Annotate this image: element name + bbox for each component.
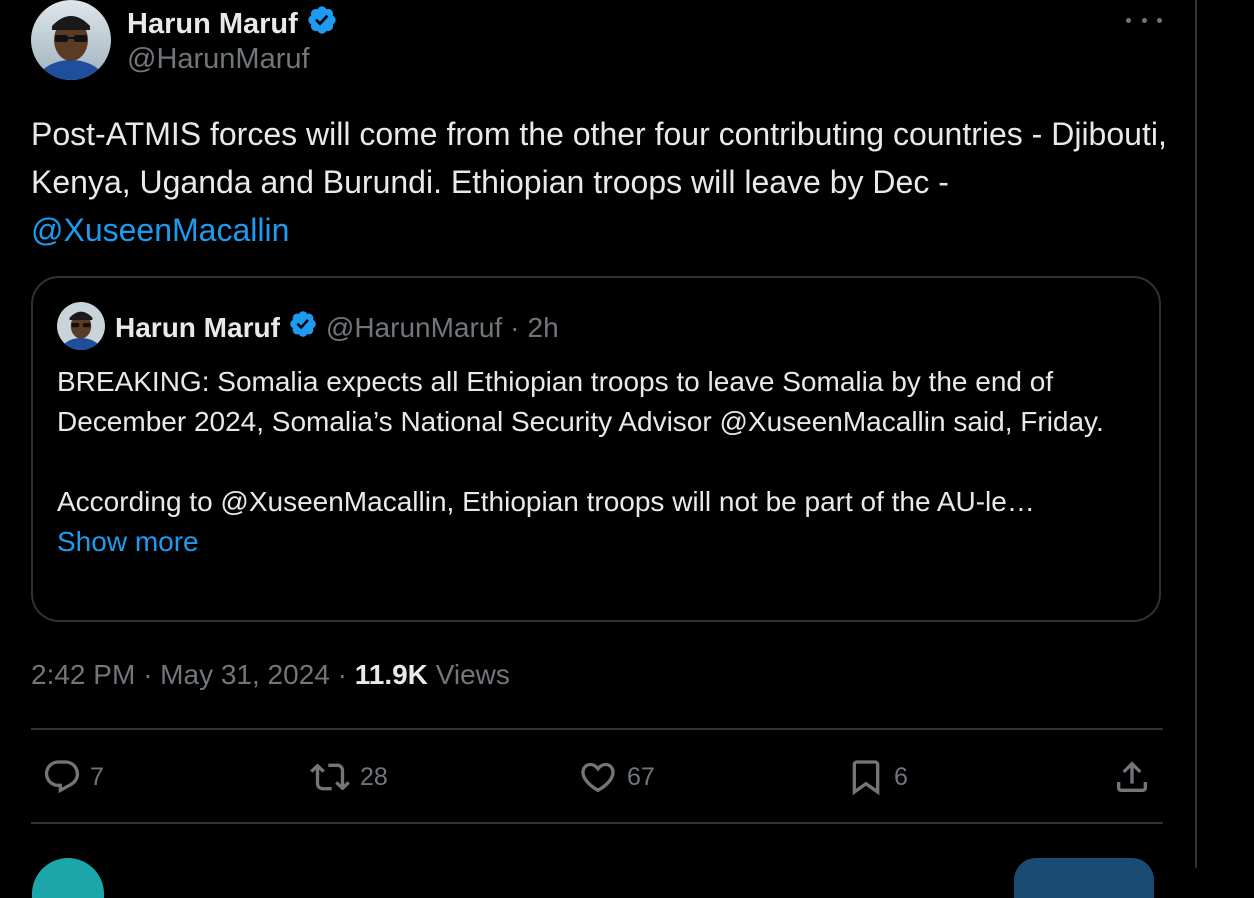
author-handle[interactable]: @HarunMaruf: [127, 43, 310, 76]
tweet-text-body: Post-ATMIS forces will come from the oth…: [31, 116, 1167, 200]
author-name[interactable]: Harun Maruf: [127, 4, 338, 44]
tweet-time[interactable]: 2:42 PM: [31, 659, 135, 690]
quoted-tweet-body: BREAKING: Somalia expects all Ethiopian …: [57, 362, 1137, 562]
tweet-text: Post-ATMIS forces will come from the oth…: [31, 110, 1171, 254]
mention-link[interactable]: @XuseenMacallin: [31, 212, 289, 248]
heart-icon: [581, 762, 615, 793]
reply-composer-avatar[interactable]: [32, 858, 104, 898]
author-avatar[interactable]: [31, 0, 111, 80]
quoted-author-name[interactable]: Harun Maruf: [115, 312, 280, 344]
quoted-author-handle[interactable]: @HarunMaruf: [326, 312, 502, 344]
quoted-tweet-card[interactable]: Harun Maruf @HarunMaruf · 2h BREAKING: S…: [31, 276, 1161, 622]
bookmark-button[interactable]: 6: [846, 756, 908, 798]
repost-button[interactable]: 28: [308, 756, 388, 798]
bookmark-count: 6: [894, 762, 908, 791]
views-count: 11.9K: [354, 659, 428, 690]
bookmark-icon: [852, 760, 880, 796]
tweet-date[interactable]: May 31, 2024: [160, 659, 330, 690]
reply-count: 7: [90, 762, 104, 791]
reply-button[interactable]: 7: [42, 756, 104, 798]
verified-badge-icon: [288, 309, 318, 346]
verified-badge-icon: [306, 4, 338, 44]
views-label: Views: [435, 659, 510, 690]
quoted-author-avatar[interactable]: [57, 302, 105, 350]
tweet-meta: 2:42 PM · May 31, 2024 · 11.9K Views: [31, 659, 510, 691]
more-horizontal-icon[interactable]: [1126, 10, 1162, 30]
reply-icon: [44, 760, 80, 794]
like-count: 67: [627, 762, 655, 791]
divider-top: [31, 728, 1163, 730]
quoted-tweet-paragraph-2: According to @XuseenMacallin, Ethiopian …: [57, 486, 1035, 517]
repost-count: 28: [360, 762, 388, 791]
divider-bottom: [31, 822, 1163, 824]
like-button[interactable]: 67: [577, 756, 655, 798]
show-more-link[interactable]: Show more: [57, 526, 199, 557]
author-name-text[interactable]: Harun Maruf: [127, 8, 298, 41]
repost-icon: [310, 763, 350, 791]
dot-separator: ·: [143, 659, 153, 690]
dot-separator: ·: [337, 659, 347, 690]
quoted-tweet-time[interactable]: 2h: [528, 312, 559, 344]
reply-composer-button[interactable]: [1014, 858, 1154, 898]
share-icon: [1117, 761, 1147, 792]
quoted-tweet-paragraph-1: BREAKING: Somalia expects all Ethiopian …: [57, 366, 1104, 437]
column-divider: [1195, 0, 1197, 868]
dot-separator: ·: [510, 311, 520, 343]
share-button[interactable]: [1112, 756, 1152, 798]
quoted-tweet-header: Harun Maruf @HarunMaruf · 2h: [115, 309, 559, 346]
